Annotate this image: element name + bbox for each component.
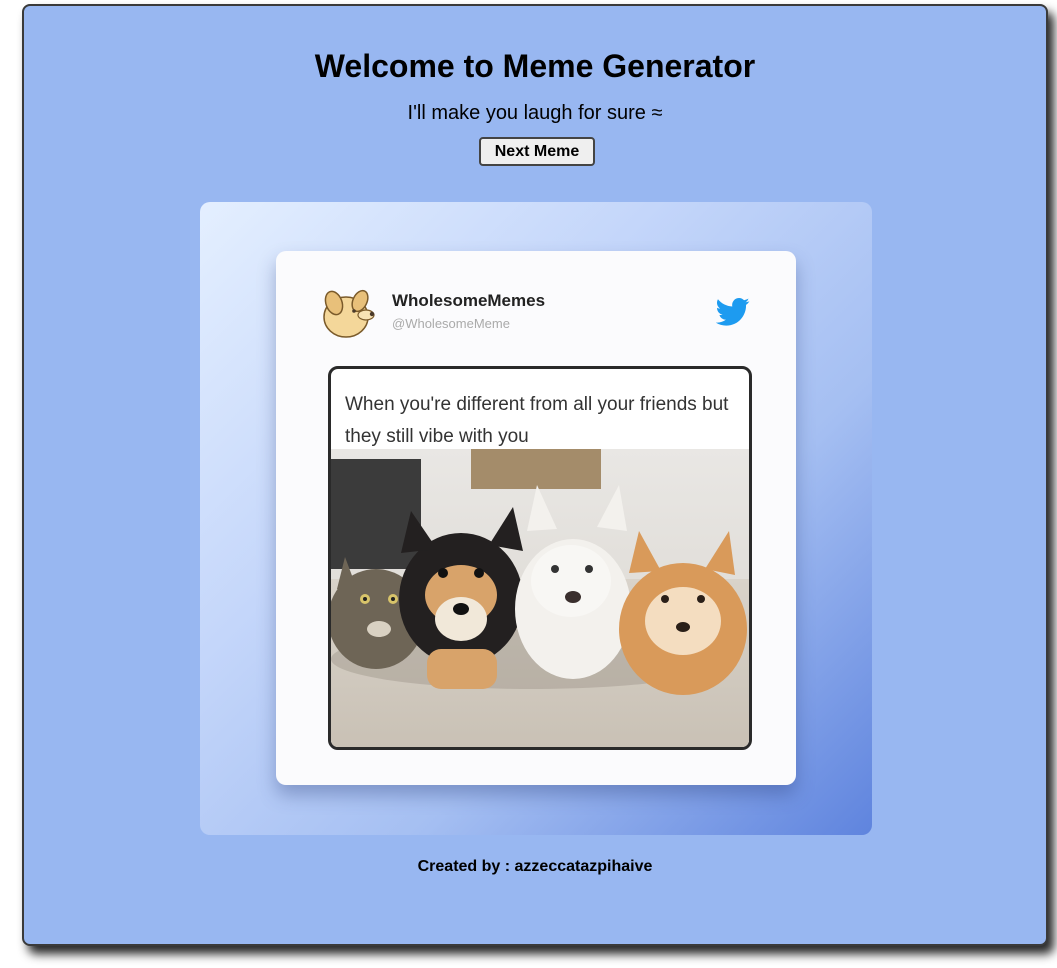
page-title: Welcome to Meme Generator: [314, 48, 756, 84]
twitter-bird-icon: [716, 297, 750, 326]
dog-avatar-icon: [323, 289, 375, 338]
meme-panel: When you're different from all your frie…: [328, 366, 752, 750]
credit-text: Created by : azzeccatazpihaive: [417, 858, 653, 875]
next-meme-button[interactable]: Next Meme: [479, 137, 595, 166]
page-subtitle: I'll make you laugh for sure ≈: [407, 102, 663, 124]
meme-generator-card: Welcome to Meme Generator I'll make you …: [22, 4, 1048, 946]
meme-account-name: WholesomeMemes: [392, 291, 546, 310]
meme-image: WholesomeMemes @WholesomeMeme When you'r…: [200, 202, 872, 835]
tweet-card: WholesomeMemes @WholesomeMeme When you'r…: [276, 251, 796, 785]
dogs-and-cat-photo: [331, 449, 749, 747]
meme-caption: When you're different from all your frie…: [345, 394, 729, 447]
meme-account-handle: @WholesomeMeme: [392, 316, 510, 331]
